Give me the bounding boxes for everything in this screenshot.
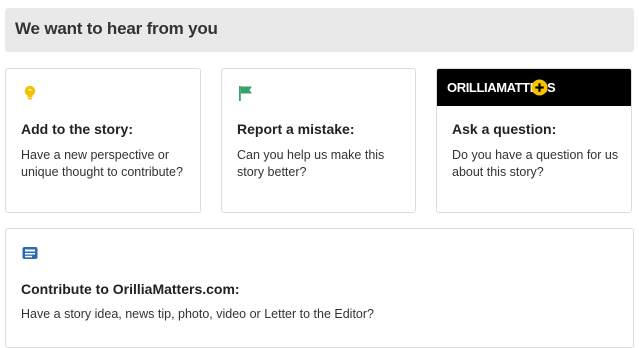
- flag-icon: [237, 84, 255, 102]
- card-title: Report a mistake:: [237, 121, 355, 137]
- brand-banner: ORILLIAMATTERS: [437, 69, 631, 106]
- card-title: Ask a question:: [452, 121, 557, 137]
- card-description: Can you help us make this story better?: [237, 148, 385, 179]
- section-title: We want to hear from you: [15, 19, 218, 38]
- feedback-header: We want to hear from you: [5, 8, 634, 52]
- lightbulb-icon: [21, 84, 39, 102]
- card-title: Add to the story:: [21, 121, 133, 137]
- plus-circle-icon: [531, 79, 548, 96]
- news-icon: [21, 244, 39, 262]
- report-mistake-card[interactable]: Report a mistake: Can you help us make t…: [221, 68, 416, 213]
- contribute-title: Contribute to OrilliaMatters.com:: [21, 281, 240, 297]
- card-description: Do you have a question for us about this…: [452, 148, 619, 179]
- ask-question-card[interactable]: ORILLIAMATTERS Ask a question: Do you ha…: [436, 68, 632, 213]
- contribute-card[interactable]: Contribute to OrilliaMatters.com: Have a…: [5, 228, 634, 348]
- add-to-story-card[interactable]: Add to the story: Have a new perspective…: [5, 68, 201, 213]
- contribute-description: Have a story idea, news tip, photo, vide…: [21, 307, 374, 321]
- card-description: Have a new perspective or unique thought…: [21, 148, 183, 179]
